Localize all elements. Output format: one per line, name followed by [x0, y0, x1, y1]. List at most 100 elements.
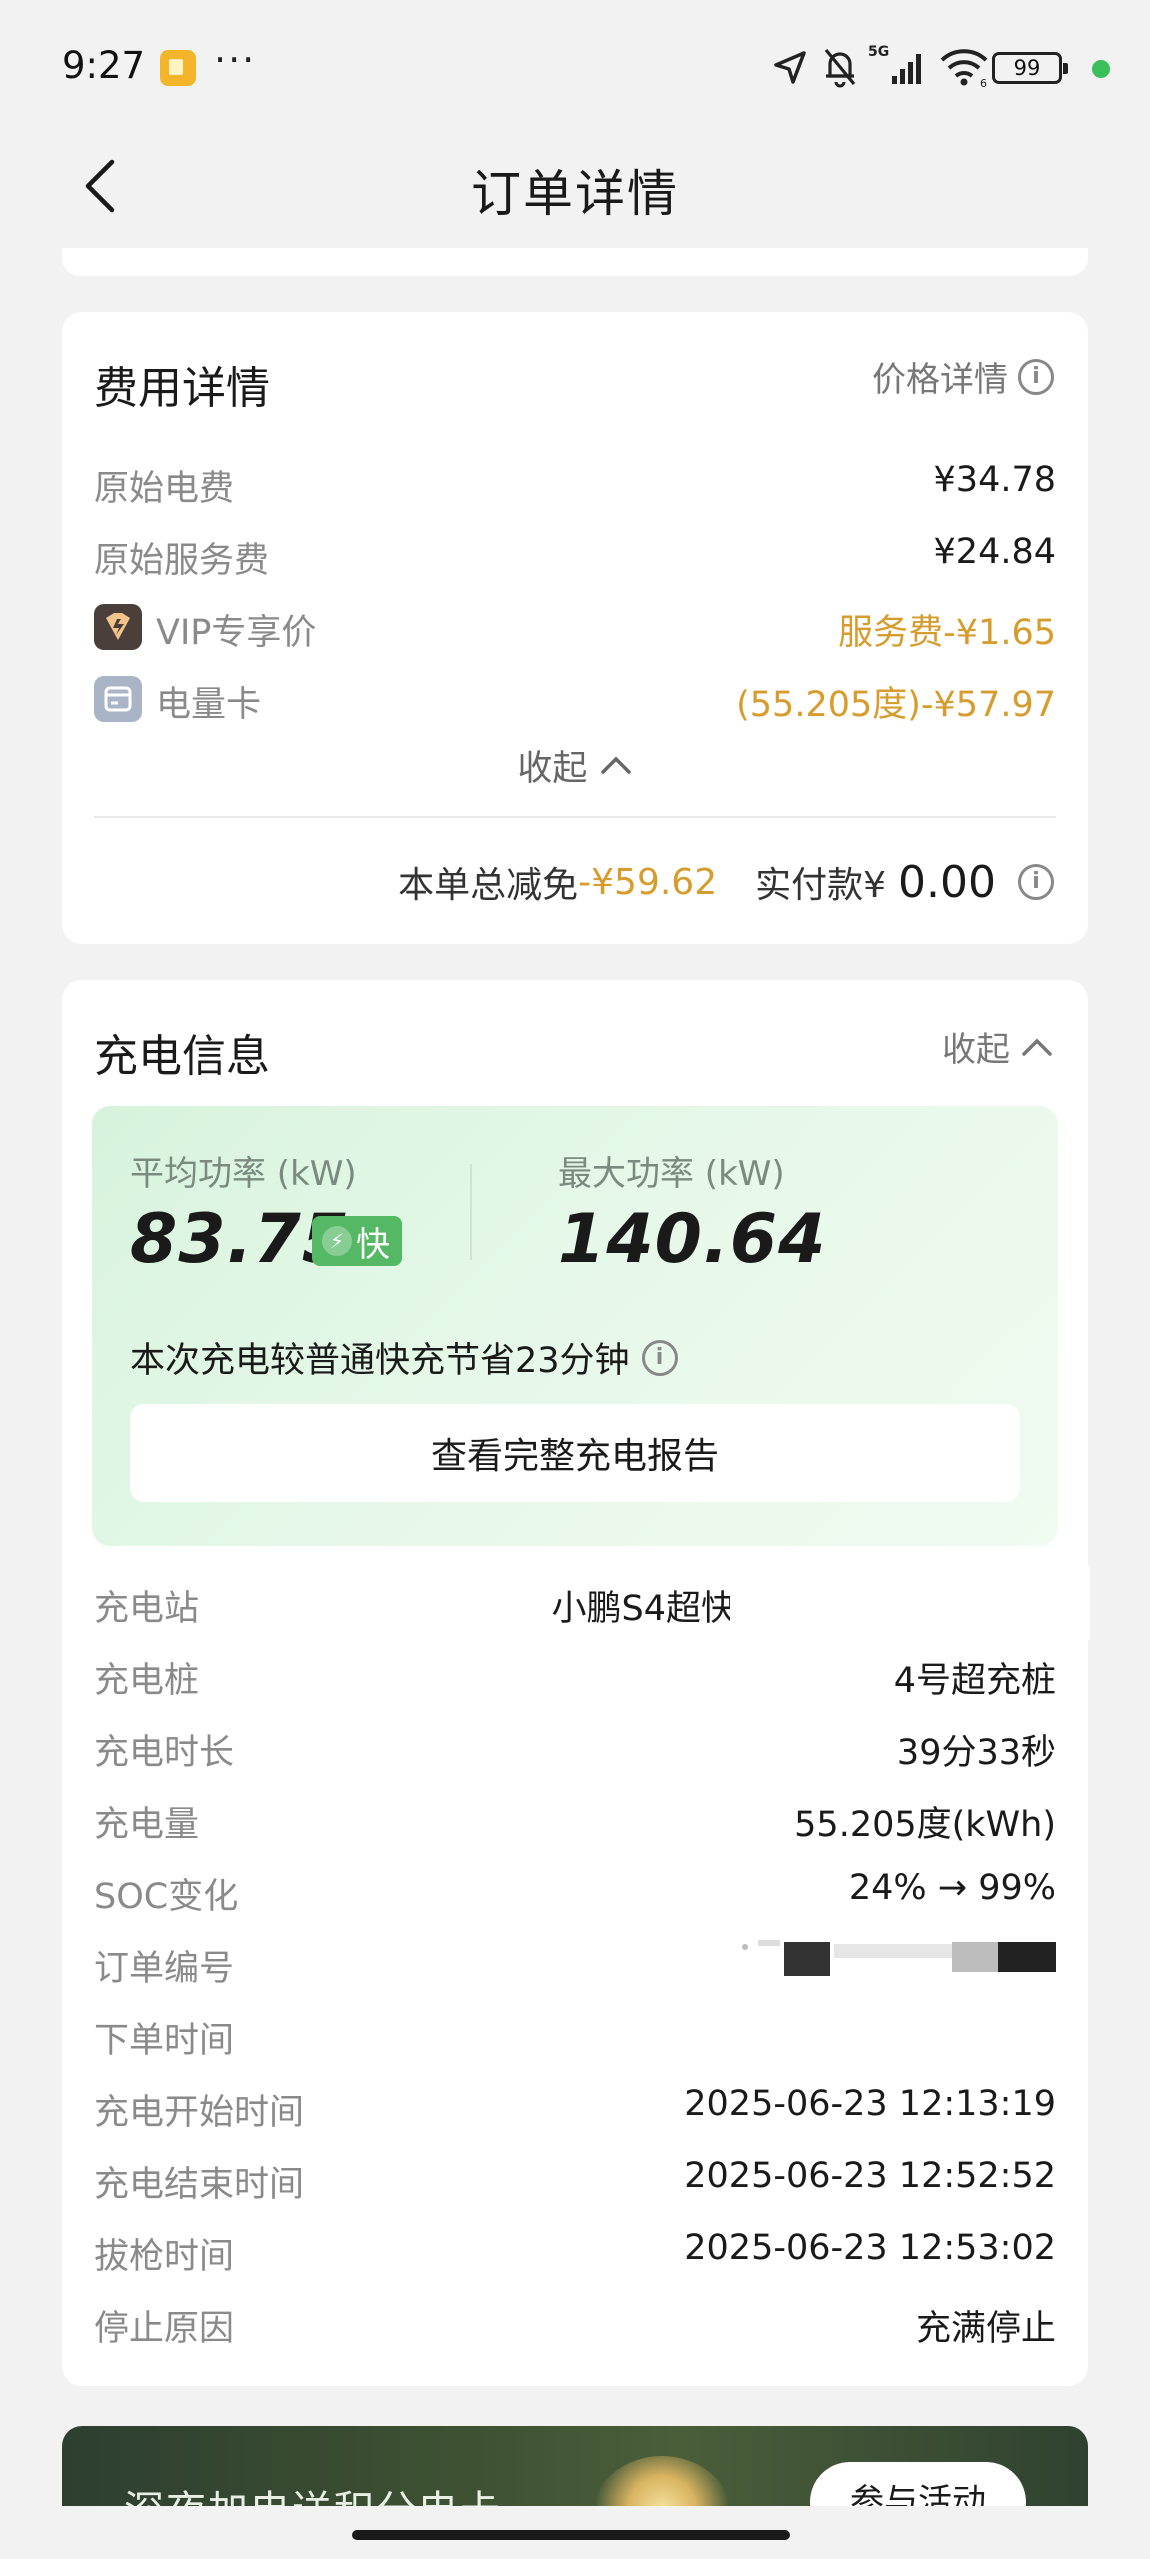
energy-card-icon: [94, 676, 142, 722]
fee-row-label: 原始电费: [94, 469, 235, 509]
chevron-up-icon: [600, 756, 631, 774]
charge-row-order-id: 订单编号: [94, 1940, 1056, 1992]
mute-bell-icon: [824, 48, 856, 88]
vip-diamond-icon: [94, 604, 142, 650]
charge-row-label: 充电桩: [94, 1661, 200, 1701]
max-power-value: 140.64: [558, 1200, 827, 1279]
charge-row-value: 2025-06-23 12:52:52: [684, 2156, 1056, 2196]
charge-row-value: 55.205度(kWh): [794, 1805, 1056, 1845]
charge-row-label: SOC变化: [94, 1877, 239, 1917]
previous-card-edge: [62, 248, 1088, 276]
redaction-block: [952, 1942, 1000, 1972]
info-icon: i: [1018, 358, 1054, 395]
time-saving-text: 本次充电较普通快充节省23分钟: [130, 1341, 630, 1381]
privacy-indicator-dot: [1092, 60, 1110, 78]
power-summary-box: 平均功率 (kW) 83.75 ⚡ 快 最大功率 (kW) 140.64 本次充…: [92, 1106, 1058, 1546]
fee-row-label: 原始服务费: [94, 541, 270, 581]
charge-row-label: 订单编号: [94, 1949, 235, 1989]
charge-row: 充电开始时间 2025-06-23 12:13:19: [94, 2084, 1056, 2136]
charge-row-label: 充电开始时间: [94, 2093, 305, 2133]
home-indicator[interactable]: [352, 2530, 790, 2540]
redaction-block: [834, 1944, 956, 1958]
charge-row-label: 拔枪时间: [94, 2237, 235, 2277]
redaction-block: [758, 1940, 780, 1946]
charge-row: 停止原因 充满停止: [94, 2300, 1056, 2352]
charge-row-value: 充满停止: [915, 2309, 1056, 2349]
page-title: 订单详情: [471, 165, 679, 223]
charge-row: SOC变化 24% → 99%: [94, 1868, 1056, 1920]
fee-details-card: 费用详情 价格详情 i 原始电费 ¥34.78 原始服务费 ¥24.84 VIP…: [62, 312, 1088, 944]
divider: [470, 1164, 472, 1260]
charge-row-value: 2025-06-23 12:53:02: [684, 2228, 1056, 2268]
info-icon[interactable]: i: [641, 1339, 678, 1376]
price-details-label: 价格详情: [872, 360, 1008, 400]
fast-charge-badge: ⚡ 快: [312, 1216, 402, 1266]
cellular-signal-icon: 5G: [868, 44, 921, 84]
wifi-icon: 6: [940, 49, 988, 88]
charge-row: 充电时长 39分33秒: [94, 1724, 1056, 1776]
charge-row-value: 2025-06-23 12:13:19: [684, 2084, 1056, 2124]
notification-app-icon: [160, 50, 196, 86]
redaction-block: [730, 1566, 1090, 1640]
svg-text:5G: 5G: [868, 44, 889, 60]
charge-row: 充电站 小鹏S4超快: [94, 1566, 1090, 1640]
charge-row-value: 39分33秒: [896, 1733, 1056, 1773]
payment-info-icon[interactable]: i: [1018, 864, 1054, 900]
status-bar: 9:27 ··· 5G 6 99: [0, 0, 1150, 110]
more-notifications-icon: ···: [214, 38, 257, 82]
charge-row-label: 充电量: [94, 1805, 200, 1845]
time-saving-note: 本次充电较普通快充节省23分钟 i: [130, 1332, 678, 1383]
collapse-fee-button[interactable]: 收起: [62, 740, 1088, 791]
total-summary: 本单总减免 -¥59.62 实付款¥ 0.00 i: [398, 852, 1054, 912]
chevron-up-icon: [1022, 1038, 1052, 1056]
fee-row: 原始服务费 ¥24.84: [94, 532, 1056, 584]
nav-header: 订单详情: [0, 110, 1150, 260]
collapse-label: 收起: [517, 749, 588, 789]
charge-row-label: 充电站: [94, 1589, 200, 1629]
battery-icon: 99: [992, 52, 1068, 84]
fee-row-value: ¥34.78: [933, 460, 1056, 500]
charge-row-label: 充电结束时间: [94, 2165, 305, 2205]
lightning-icon: ⚡: [322, 1226, 352, 1256]
fee-row-label: 电量卡: [156, 685, 262, 725]
fee-row: 原始电费 ¥34.78: [94, 460, 1056, 512]
charge-row: 充电桩 4号超充桩: [94, 1652, 1056, 1704]
charge-row-value: 4号超充桩: [893, 1661, 1056, 1701]
fee-row-energy-card: 电量卡 (55.205度)-¥57.97: [94, 676, 1056, 728]
fast-badge-label: 快: [356, 1224, 390, 1265]
redaction-block: [742, 1944, 748, 1950]
charge-row: 充电结束时间 2025-06-23 12:52:52: [94, 2156, 1056, 2208]
svg-text:6: 6: [980, 77, 987, 88]
charging-info-card: 充电信息 收起 平均功率 (kW) 83.75 ⚡ 快 最大功率 (kW) 14…: [62, 980, 1090, 2386]
price-details-link[interactable]: 价格详情 i: [872, 352, 1054, 401]
charge-row-label: 停止原因: [94, 2309, 235, 2349]
charging-info-title: 充电信息: [94, 1031, 270, 1082]
view-report-button[interactable]: 查看完整充电报告: [130, 1404, 1020, 1502]
collapse-label: 收起: [942, 1030, 1010, 1070]
total-discount-value: -¥59.62: [578, 861, 718, 903]
fee-row-vip: VIP专享价 服务费-¥1.65: [94, 604, 1056, 656]
total-discount-label: 本单总减免: [398, 865, 579, 906]
fee-row-value: 服务费-¥1.65: [838, 613, 1056, 653]
charge-row-label: 下单时间: [94, 2021, 235, 2061]
status-time: 9:27: [62, 44, 146, 87]
charge-row-value: 小鹏S4超快: [551, 1589, 737, 1629]
collapse-charge-button[interactable]: 收起: [942, 1022, 1054, 1071]
max-power-label: 最大功率 (kW): [558, 1154, 785, 1194]
status-icons: 5G 6 99: [770, 42, 1110, 92]
fee-row-value: (55.205度)-¥57.97: [736, 685, 1056, 725]
fee-row-label: VIP专享价: [156, 613, 317, 653]
charge-row-value: 24% → 99%: [848, 1868, 1056, 1908]
charge-row: 拔枪时间 2025-06-23 12:53:02: [94, 2228, 1056, 2280]
location-icon: [774, 51, 806, 84]
charge-row-order-time: 下单时间: [94, 2012, 1056, 2064]
divider: [94, 816, 1056, 818]
paid-value: 0.00: [898, 856, 996, 908]
charge-row-label: 充电时长: [94, 1733, 235, 1773]
avg-power-label: 平均功率 (kW): [130, 1154, 357, 1194]
redaction-block: [998, 1942, 1056, 1972]
paid-label: 实付款¥: [755, 865, 887, 906]
charge-row: 充电量 55.205度(kWh): [94, 1796, 1056, 1848]
fee-details-title: 费用详情: [94, 363, 270, 414]
fee-row-value: ¥24.84: [933, 532, 1056, 572]
